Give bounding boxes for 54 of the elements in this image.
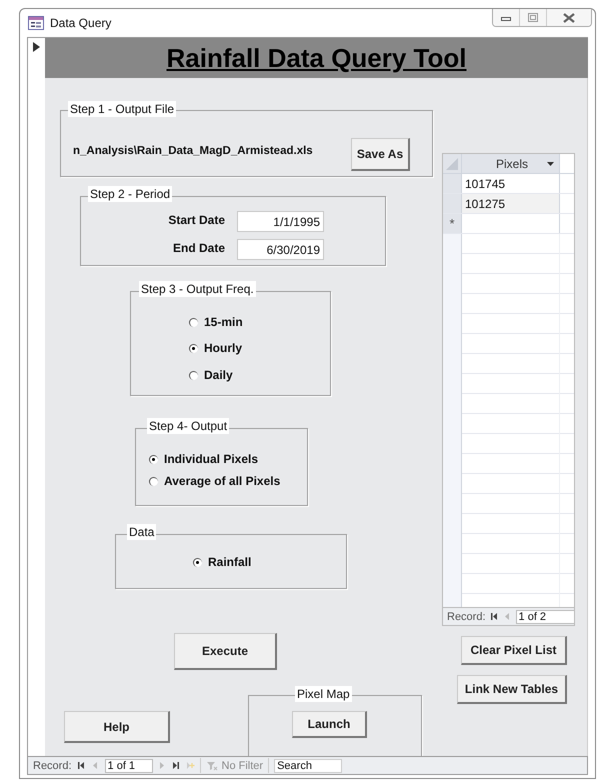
launch-button[interactable]: Launch xyxy=(292,711,367,738)
window-title: Data Query xyxy=(50,16,112,30)
field-label: End Date xyxy=(172,241,225,255)
close-button[interactable] xyxy=(547,9,591,26)
help-button[interactable]: Help xyxy=(64,711,170,743)
date-field[interactable]: 6/30/2019 xyxy=(237,239,324,260)
minimize-icon xyxy=(501,14,511,20)
option-label: Rainfall xyxy=(208,555,252,569)
table-cell[interactable]: 101275 xyxy=(462,194,560,213)
option-label: Average of all Pixels xyxy=(164,474,280,488)
record-selector[interactable] xyxy=(27,37,45,756)
record-position-field[interactable]: 1 of 1 xyxy=(104,758,153,772)
group-label: Pixel Map xyxy=(295,686,352,702)
group-label: Step 4- Output xyxy=(147,418,230,434)
first-record-icon[interactable] xyxy=(490,612,499,621)
restore-icon xyxy=(528,13,538,22)
option-label: Hourly xyxy=(204,341,242,355)
radio-button[interactable] xyxy=(193,558,202,566)
link-new-tables-button[interactable]: Link New Tables xyxy=(457,675,567,704)
record-label: Record: xyxy=(33,760,72,772)
last-record-icon[interactable] xyxy=(172,761,181,770)
option-label: Daily xyxy=(204,368,233,382)
radio-button[interactable] xyxy=(149,476,158,486)
corner-triangle-icon xyxy=(446,158,458,170)
record-label: Record: xyxy=(447,610,486,622)
group-label: Step 1 - Output File xyxy=(68,101,176,117)
option-label: Individual Pixels xyxy=(164,452,258,466)
new-row-marker[interactable]: * xyxy=(443,214,462,233)
radio-button[interactable] xyxy=(149,454,158,464)
save-as-button[interactable]: Save As xyxy=(351,138,410,171)
file-path: n_Analysis\Rain_Data_MagD_Armistead.xls xyxy=(73,145,313,157)
execute-button[interactable]: Execute xyxy=(174,633,277,670)
clear-pixel-list-button[interactable]: Clear Pixel List xyxy=(461,636,567,665)
radio-button[interactable] xyxy=(189,370,198,380)
record-position-field[interactable]: 1 of 2 xyxy=(516,610,574,624)
option-label: 15-min xyxy=(204,315,243,329)
group-label: Data xyxy=(127,524,156,540)
radio-button[interactable] xyxy=(189,344,198,352)
minimize-button[interactable] xyxy=(493,9,520,26)
filter-clear-icon xyxy=(206,760,218,770)
current-record-icon xyxy=(33,42,40,52)
radio-button[interactable] xyxy=(189,318,198,326)
dropdown-arrow-icon xyxy=(547,162,554,166)
group-label: Step 2 - Period xyxy=(88,186,172,202)
form-icon xyxy=(28,16,44,30)
form-title: Rainfall Data Query Tool xyxy=(166,42,466,74)
date-field[interactable]: 1/1/1995 xyxy=(237,211,324,232)
column-header[interactable]: Pixels xyxy=(462,154,560,173)
close-icon xyxy=(563,12,575,22)
field-label: Start Date xyxy=(167,213,225,227)
first-record-icon[interactable] xyxy=(76,761,86,770)
search-field[interactable]: Search xyxy=(274,758,342,772)
group-label: Step 3 - Output Freq. xyxy=(139,281,256,297)
table-cell[interactable]: 101745 xyxy=(462,174,560,193)
